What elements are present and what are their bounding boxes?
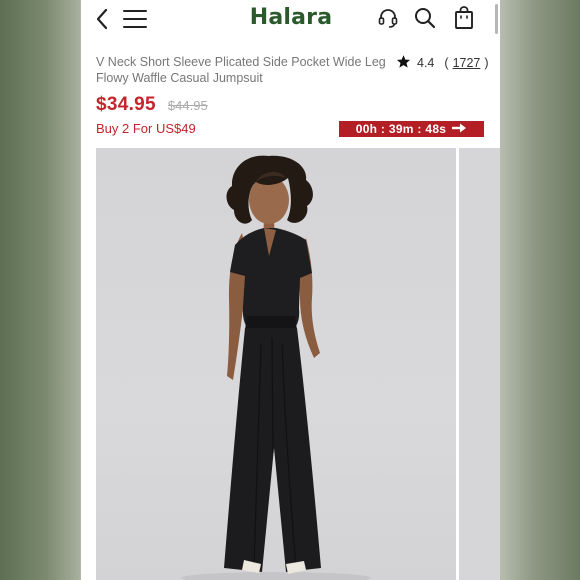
menu-icon[interactable] <box>123 7 147 31</box>
review-count-open: ( <box>444 56 449 70</box>
product-title: V Neck Short Sleeve Plicated Side Pocket… <box>96 55 386 85</box>
review-count-link[interactable]: 1727 <box>453 56 481 70</box>
star-icon <box>396 54 411 72</box>
rating-value: 4.4 <box>417 56 435 70</box>
countdown-timer[interactable]: 00h : 39m : 48s <box>339 121 484 137</box>
review-count-close: ) <box>484 56 489 70</box>
original-price: $44.95 <box>167 98 208 113</box>
product-image[interactable] <box>96 148 456 580</box>
headset-icon[interactable] <box>377 7 399 29</box>
search-icon[interactable] <box>414 7 436 29</box>
rating-summary[interactable]: 4.4 ( 1727 ) <box>396 55 489 71</box>
arrow-right-icon <box>451 122 467 136</box>
back-icon[interactable] <box>95 8 109 30</box>
bag-icon[interactable] <box>454 6 474 30</box>
model-jumpsuit-photo <box>181 155 371 580</box>
price-row: $34.95 $44.95 <box>96 94 208 116</box>
brand-logo[interactable]: Halara <box>221 5 361 30</box>
bundle-promo[interactable]: Buy 2 For US$49 <box>96 121 196 136</box>
top-navigation-bar: Halara <box>81 0 500 40</box>
countdown-text: 00h : 39m : 48s <box>355 122 447 136</box>
sale-price: $34.95 <box>96 94 156 115</box>
product-page: Halara V Neck Short Sleeve Plicated Side… <box>81 0 500 580</box>
next-image-peek[interactable] <box>459 148 500 580</box>
